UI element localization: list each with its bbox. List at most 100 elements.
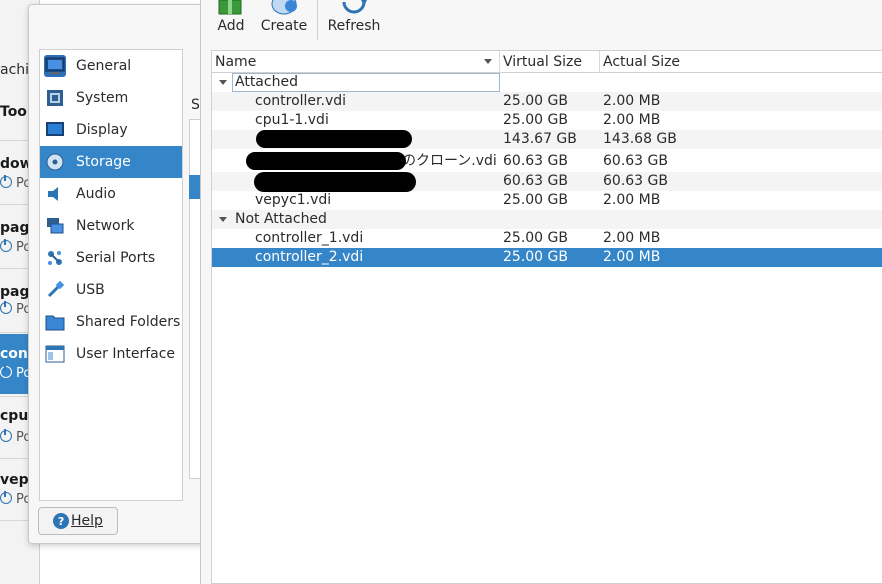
group-label: Not Attached	[235, 211, 327, 227]
nav-label: General	[76, 58, 132, 74]
serial-ports-icon	[44, 247, 66, 269]
virtual-size: 60.63 GB	[503, 153, 568, 169]
nav-label: Network	[76, 218, 135, 234]
actual-size: 143.68 GB	[603, 131, 677, 147]
nav-label: Shared Folders	[76, 314, 181, 330]
nav-item-storage[interactable]: Storage	[40, 146, 182, 178]
network-icon	[44, 215, 66, 237]
help-label: Help	[71, 513, 103, 529]
general-icon	[44, 55, 66, 77]
group-row-not-attached[interactable]: Not Attached	[212, 210, 882, 229]
actual-size: 60.63 GB	[603, 173, 668, 189]
collapse-arrow-icon	[219, 217, 227, 222]
refresh-button[interactable]: Refresh	[325, 0, 383, 44]
virtual-size: 25.00 GB	[503, 112, 568, 128]
virtual-size: 25.00 GB	[503, 93, 568, 109]
shared-folders-icon	[44, 311, 66, 333]
table-row[interactable]: 143.67 GB 143.68 GB	[212, 130, 882, 149]
redaction-mark	[256, 130, 412, 148]
nav-item-general[interactable]: General	[40, 50, 182, 82]
nav-label: Storage	[76, 154, 131, 170]
add-button[interactable]: Add	[213, 0, 249, 44]
virtual-size: 25.00 GB	[503, 249, 568, 265]
column-header-name[interactable]: Name	[212, 51, 500, 73]
column-header-label: Name	[215, 54, 257, 70]
display-icon	[44, 119, 66, 141]
virtual-size: 25.00 GB	[503, 230, 568, 246]
column-header-actual-size[interactable]: Actual Size	[600, 51, 882, 73]
nav-label: Serial Ports	[76, 250, 156, 266]
nav-item-shared-folders[interactable]: Shared Folders	[40, 306, 182, 338]
table-row[interactable]: のクローン.vdi 60.63 GB 60.63 GB	[212, 150, 882, 172]
media-manager-window: Add Create Refresh Name Virtual Size Act…	[200, 0, 882, 584]
nav-item-display[interactable]: Display	[40, 114, 182, 146]
media-toolbar: Add Create Refresh	[201, 0, 882, 44]
vm-list-fragment[interactable]: Tool	[0, 104, 32, 120]
column-header-virtual-size[interactable]: Virtual Size	[500, 51, 600, 73]
actual-size: 2.00 MB	[603, 112, 661, 128]
table-row[interactable]: cpu1-1.vdi 25.00 GB 2.00 MB	[212, 111, 882, 130]
power-icon	[0, 175, 12, 188]
nav-item-usb[interactable]: USB	[40, 274, 182, 306]
create-label: Create	[260, 18, 308, 34]
group-label: Attached	[235, 74, 298, 90]
actual-size: 2.00 MB	[603, 192, 661, 208]
disk-name: controller.vdi	[255, 93, 347, 109]
redaction-mark	[246, 152, 406, 170]
disk-name: controller_1.vdi	[255, 230, 364, 246]
nav-item-audio[interactable]: Audio	[40, 178, 182, 210]
create-button[interactable]: Create	[259, 0, 309, 44]
add-label: Add	[217, 18, 245, 34]
add-icon	[218, 0, 242, 15]
table-header: Name Virtual Size Actual Size	[212, 51, 882, 73]
power-icon	[0, 429, 12, 442]
table-row[interactable]: vepyc1.vdi 25.00 GB 2.00 MB	[212, 191, 882, 210]
create-icon	[271, 0, 297, 15]
media-table: Name Virtual Size Actual Size Attached c…	[211, 50, 882, 584]
virtual-size: 25.00 GB	[503, 192, 568, 208]
nav-item-system[interactable]: System	[40, 82, 182, 114]
vm-list-fragment: achi	[0, 62, 30, 78]
user-interface-icon	[44, 343, 66, 365]
nav-item-network[interactable]: Network	[40, 210, 182, 242]
column-header-label: Actual Size	[603, 54, 681, 70]
actual-size: 2.00 MB	[603, 230, 661, 246]
nav-label: USB	[76, 282, 105, 298]
table-row[interactable]: controller.vdi 25.00 GB 2.00 MB	[212, 92, 882, 111]
nav-label: System	[76, 90, 129, 106]
table-row-selected[interactable]: controller_2.vdi 25.00 GB 2.00 MB	[212, 248, 882, 267]
nav-label: Audio	[76, 186, 116, 202]
power-icon	[0, 301, 12, 314]
refresh-icon	[342, 0, 367, 14]
virtual-size: 143.67 GB	[503, 131, 577, 147]
group-row-attached[interactable]: Attached	[212, 73, 882, 92]
collapse-arrow-icon	[219, 80, 227, 85]
power-icon	[0, 491, 12, 504]
settings-nav-list: General System Display Storage Audio Net…	[39, 49, 183, 501]
actual-size: 60.63 GB	[603, 153, 668, 169]
power-icon	[0, 365, 12, 378]
usb-icon	[44, 279, 66, 301]
settings-dialog: General System Display Storage Audio Net…	[28, 4, 205, 544]
disk-name: cpu1-1.vdi	[255, 112, 329, 128]
help-icon: ?	[53, 513, 70, 529]
nav-item-user-interface[interactable]: User Interface	[40, 338, 182, 370]
disk-name: controller_2.vdi	[255, 249, 364, 265]
sort-arrow-icon	[484, 59, 492, 64]
power-icon	[0, 239, 12, 252]
nav-label: User Interface	[76, 346, 176, 362]
storage-icon	[44, 151, 66, 173]
system-icon	[44, 87, 66, 109]
actual-size: 2.00 MB	[603, 249, 661, 265]
disk-name: vepyc1.vdi	[255, 192, 332, 208]
nav-item-serial-ports[interactable]: Serial Ports	[40, 242, 182, 274]
column-header-label: Virtual Size	[503, 54, 582, 70]
audio-icon	[44, 183, 66, 205]
actual-size: 2.00 MB	[603, 93, 661, 109]
table-row[interactable]: controller_1.vdi 25.00 GB 2.00 MB	[212, 229, 882, 248]
table-row[interactable]: 60.63 GB 60.63 GB	[212, 172, 882, 192]
nav-label: Display	[76, 122, 128, 138]
help-button[interactable]: ? Help	[38, 507, 118, 535]
virtual-size: 60.63 GB	[503, 173, 568, 189]
disk-name: のクローン.vdi	[402, 153, 497, 169]
